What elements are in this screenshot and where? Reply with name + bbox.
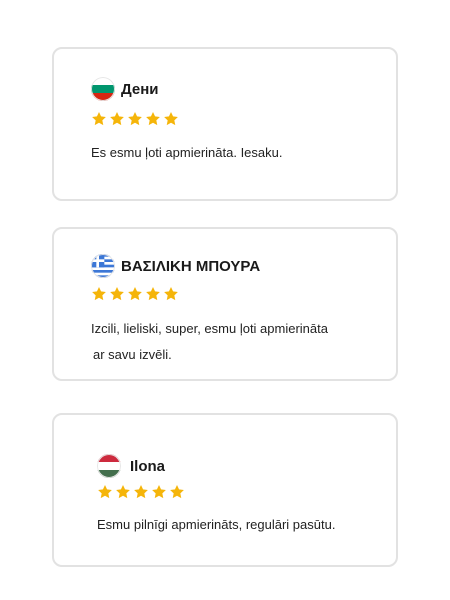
review-text: Esmu pilnīgi apmierināts, regulāri pasūt… — [97, 517, 336, 532]
reviewer-name: Дени — [121, 80, 159, 98]
review-card: ΒΑΣΙΛΙΚΗ ΜΠΟΥΡΑ Izcili, lieliski, super,… — [52, 227, 398, 381]
review-card: Ilona Esmu pilnīgi apmierināts, regulāri… — [52, 413, 398, 567]
star-icon — [127, 286, 143, 302]
star-icon — [91, 286, 107, 302]
reviewer-name: ΒΑΣΙΛΙΚΗ ΜΠΟΥΡΑ — [121, 257, 261, 275]
star-icon — [127, 111, 143, 127]
review-card: Дени Es esmu ļoti apmierināta. Iesaku. — [52, 47, 398, 201]
star-icon — [145, 286, 161, 302]
reviews-page: Дени Es esmu ļoti apmierināta. Iesaku. Β… — [0, 0, 450, 600]
star-icon — [169, 484, 185, 500]
star-icon — [115, 484, 131, 500]
review-text-line: Izcili, lieliski, super, esmu ļoti apmie… — [91, 321, 328, 336]
review-text: Es esmu ļoti apmierināta. Iesaku. — [91, 145, 283, 160]
reviewer-header: Дени — [91, 77, 159, 101]
reviewer-header: Ilona — [97, 454, 165, 478]
review-text-line: ar savu izvēli. — [93, 347, 172, 362]
star-rating — [97, 484, 185, 500]
reviewer-name: Ilona — [130, 457, 166, 475]
star-icon — [145, 111, 161, 127]
star-rating — [91, 286, 179, 302]
star-icon — [109, 286, 125, 302]
star-icon — [151, 484, 167, 500]
star-icon — [109, 111, 125, 127]
star-rating — [91, 111, 179, 127]
reviewer-header: ΒΑΣΙΛΙΚΗ ΜΠΟΥΡΑ — [91, 254, 260, 278]
review-text: Izcili, lieliski, super, esmu ļoti apmie… — [91, 316, 381, 368]
star-icon — [163, 111, 179, 127]
star-icon — [91, 111, 107, 127]
star-icon — [163, 286, 179, 302]
hungary-flag-icon — [97, 454, 121, 478]
greece-flag-icon — [91, 254, 115, 278]
star-icon — [97, 484, 113, 500]
bulgaria-flag-icon — [91, 77, 115, 101]
star-icon — [133, 484, 149, 500]
